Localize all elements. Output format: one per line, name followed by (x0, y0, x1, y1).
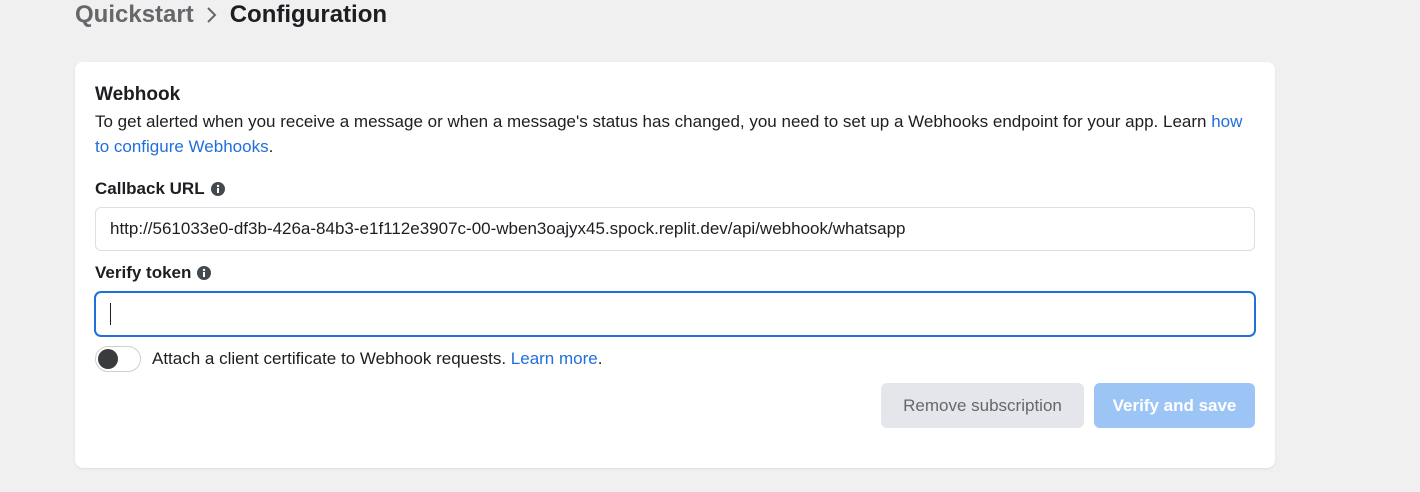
text-cursor (110, 303, 111, 325)
verify-token-label-text: Verify token (95, 263, 192, 282)
chevron-right-icon (206, 6, 218, 24)
remove-subscription-button[interactable]: Remove subscription (881, 383, 1084, 428)
info-icon[interactable] (210, 182, 225, 196)
breadcrumb-quickstart[interactable]: Quickstart (75, 1, 194, 29)
info-icon[interactable] (197, 266, 212, 280)
certificate-end: . (597, 349, 603, 368)
toggle-knob (98, 349, 118, 369)
webhook-card: Webhook To get alerted when you receive … (75, 62, 1275, 468)
callback-url-label-text: Callback URL (95, 179, 205, 198)
learn-more-link[interactable]: Learn more (511, 349, 598, 368)
webhook-title: Webhook (95, 84, 181, 105)
webhook-description-end: . (268, 137, 274, 156)
certificate-text: Attach a client certificate to Webhook r… (152, 349, 507, 368)
breadcrumb: Quickstart Configuration (75, 0, 387, 30)
certificate-row: Attach a client certificate to Webhook r… (95, 346, 602, 372)
certificate-label: Attach a client certificate to Webhook r… (152, 349, 602, 369)
callback-url-label: Callback URL (95, 179, 225, 199)
callback-url-input[interactable] (95, 207, 1255, 251)
webhook-description-text: To get alerted when you receive a messag… (95, 112, 1212, 131)
verify-token-label: Verify token (95, 263, 212, 283)
verify-and-save-button[interactable]: Verify and save (1094, 383, 1255, 428)
verify-token-input[interactable] (95, 292, 1255, 336)
webhook-description: To get alerted when you receive a messag… (95, 109, 1245, 159)
page-title: Configuration (229, 1, 388, 28)
certificate-toggle[interactable] (95, 346, 141, 372)
